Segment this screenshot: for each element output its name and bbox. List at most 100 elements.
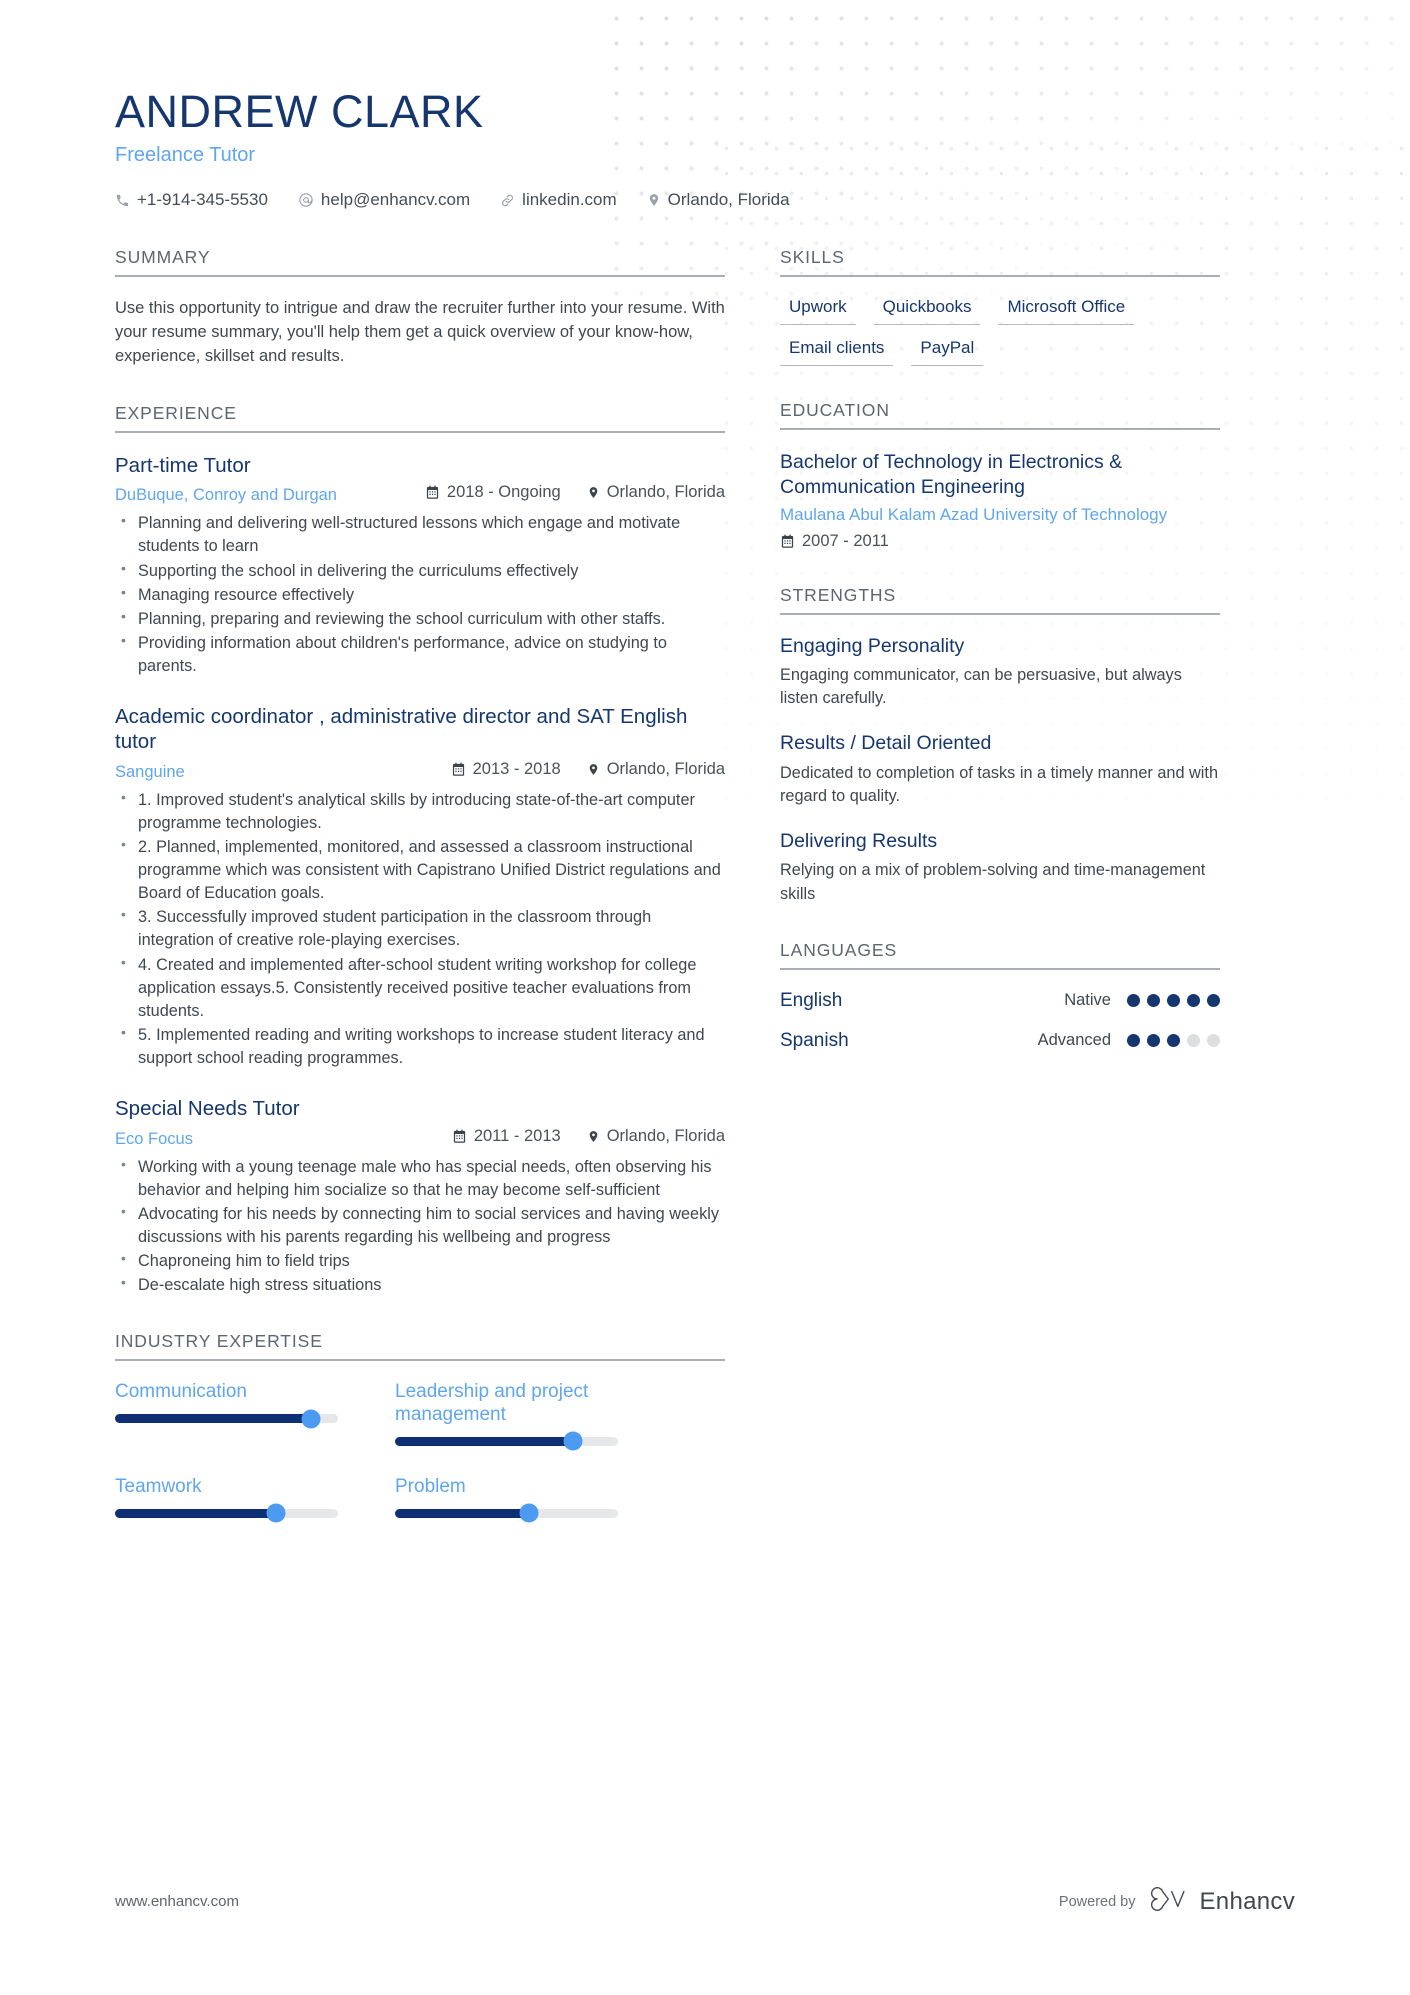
rating-dot	[1207, 1034, 1220, 1048]
language-name: English	[780, 989, 843, 1011]
experience-meta: Sanguine 2013 - 2018 Orlando, Florida	[115, 760, 725, 782]
experience-meta: DuBuque, Conroy and Durgan 2018 - Ongoin…	[115, 483, 725, 505]
expertise-slider[interactable]	[115, 1503, 338, 1523]
language-rating	[1127, 994, 1220, 1008]
section-strengths: STRENGTHS Engaging Personality Engaging …	[780, 585, 1220, 906]
slider-knob[interactable]	[301, 1409, 321, 1429]
experience-heading: EXPERIENCE	[115, 403, 725, 434]
location-icon	[647, 192, 661, 208]
experience-date: 2013 - 2018	[451, 760, 561, 779]
calendar-icon	[780, 534, 795, 549]
expertise-grid: Communication Leadership and project man…	[115, 1381, 725, 1538]
expertise-item: Communication	[115, 1381, 338, 1446]
contact-location[interactable]: Orlando, Florida	[647, 190, 790, 210]
footer-brand-area: Powered by Enhancv	[1059, 1886, 1295, 1917]
experience-location-text: Orlando, Florida	[606, 759, 725, 778]
language-name: Spanish	[780, 1029, 849, 1051]
experience-item: Academic coordinator , administrative di…	[115, 704, 725, 1070]
language-item: Spanish Advanced	[780, 1030, 1220, 1052]
skill-tag[interactable]: PayPal	[911, 338, 984, 367]
summary-heading: SUMMARY	[115, 247, 725, 278]
strength-item: Results / Detail Oriented Dedicated to c…	[780, 732, 1220, 808]
list-item: 2. Planned, implemented, monitored, and …	[115, 835, 725, 905]
strength-description: Engaging communicator, can be persuasive…	[780, 666, 1182, 708]
section-languages: LANGUAGES English Native Spanish Advance…	[780, 940, 1220, 1052]
location-icon	[587, 762, 600, 777]
education-date: 2007 - 2011	[780, 532, 1220, 551]
experience-date-text: 2018 - Ongoing	[446, 483, 561, 502]
experience-bullets: Working with a young teenage male who ha…	[115, 1154, 725, 1298]
strength-title: Delivering Results	[780, 830, 938, 853]
list-item: Working with a young teenage male who ha…	[115, 1154, 725, 1202]
industry-expertise-heading: INDUSTRY EXPERTISE	[115, 1331, 725, 1362]
experience-date: 2018 - Ongoing	[425, 483, 561, 502]
page-footer: www.enhancv.com Powered by Enhancv	[115, 1886, 1295, 1917]
list-item: Planning and delivering well-structured …	[115, 511, 725, 558]
rating-dot	[1127, 1034, 1140, 1048]
experience-location: Orlando, Florida	[587, 1127, 725, 1146]
footer-url[interactable]: www.enhancv.com	[115, 1893, 239, 1910]
education-heading: EDUCATION	[780, 400, 1220, 431]
contact-link-text: linkedin.com	[522, 190, 617, 210]
skill-tag[interactable]: Microsoft Office	[998, 297, 1135, 326]
slider-fill	[395, 1508, 529, 1518]
skill-tag[interactable]: Upwork	[780, 297, 856, 326]
rating-dot	[1167, 1034, 1180, 1048]
slider-knob[interactable]	[563, 1431, 583, 1451]
list-item: 3. Successfully improved student partici…	[115, 905, 725, 952]
slider-knob[interactable]	[266, 1503, 286, 1523]
rating-dot	[1127, 994, 1140, 1008]
experience-date-text: 2011 - 2013	[473, 1126, 561, 1145]
left-column: SUMMARY Use this opportunity to intrigue…	[115, 247, 780, 1572]
resume-header: ANDREW CLARK Freelance Tutor +1-914-345-…	[115, 0, 1295, 210]
link-icon	[500, 193, 515, 208]
strength-description: Dedicated to completion of tasks in a ti…	[780, 763, 1219, 805]
list-item: 4. Created and implemented after-school …	[115, 953, 725, 1023]
experience-job-title: Academic coordinator , administrative di…	[115, 705, 688, 754]
list-item: 1. Improved student's analytical skills …	[115, 788, 725, 835]
summary-text: Use this opportunity to intrigue and dra…	[115, 299, 725, 366]
page-title: ANDREW CLARK	[115, 86, 484, 137]
experience-company: DuBuque, Conroy and Durgan	[115, 486, 337, 505]
strength-description: Relying on a mix of problem-solving and …	[780, 861, 1206, 903]
expertise-slider[interactable]	[395, 1431, 618, 1451]
experience-item: Part-time Tutor DuBuque, Conroy and Durg…	[115, 453, 725, 678]
location-icon	[587, 1129, 600, 1144]
list-item: Advocating for his needs by connecting h…	[115, 1202, 725, 1249]
brand-name: Enhancv	[1199, 1887, 1295, 1915]
language-rating	[1127, 1034, 1220, 1048]
languages-heading: LANGUAGES	[780, 940, 1220, 970]
contact-email[interactable]: help@enhancv.com	[298, 190, 470, 210]
rating-dot	[1187, 994, 1200, 1008]
slider-fill	[115, 1508, 276, 1518]
experience-location-text: Orlando, Florida	[606, 1126, 725, 1145]
contact-location-text: Orlando, Florida	[667, 190, 790, 210]
contact-phone[interactable]: +1-914-345-5530	[115, 190, 268, 210]
contact-link[interactable]: linkedin.com	[500, 190, 617, 210]
rating-dot	[1147, 1034, 1160, 1048]
resume-page: ANDREW CLARK Freelance Tutor +1-914-345-…	[0, 0, 1410, 1572]
rating-dot	[1167, 994, 1180, 1008]
contact-phone-text: +1-914-345-5530	[137, 190, 268, 210]
language-level: Advanced	[1037, 1031, 1111, 1050]
skill-tag[interactable]: Quickbooks	[873, 297, 981, 326]
experience-bullets: Planning and delivering well-structured …	[115, 511, 725, 678]
language-item: English Native	[780, 990, 1220, 1012]
slider-knob[interactable]	[519, 1503, 539, 1523]
expertise-slider[interactable]	[115, 1409, 338, 1429]
calendar-icon	[451, 762, 466, 777]
phone-icon	[115, 193, 130, 208]
section-experience: EXPERIENCE Part-time Tutor DuBuque, Conr…	[115, 403, 725, 1297]
skills-list: Upwork Quickbooks Microsoft Office Email…	[780, 297, 1220, 367]
skill-tag[interactable]: Email clients	[780, 338, 894, 367]
education-date-text: 2007 - 2011	[802, 531, 889, 550]
right-column: SKILLS Upwork Quickbooks Microsoft Offic…	[780, 247, 1220, 1086]
experience-bullets: 1. Improved student's analytical skills …	[115, 788, 725, 1071]
expertise-slider[interactable]	[395, 1503, 618, 1523]
list-item: 5. Implemented reading and writing works…	[115, 1023, 725, 1070]
contact-row: +1-914-345-5530 help@enhancv.com linkedi…	[115, 190, 1295, 210]
strength-title: Engaging Personality	[780, 634, 965, 657]
expertise-item: Problem	[395, 1476, 618, 1523]
strengths-heading: STRENGTHS	[780, 585, 1220, 615]
job-title: Freelance Tutor	[115, 144, 256, 167]
